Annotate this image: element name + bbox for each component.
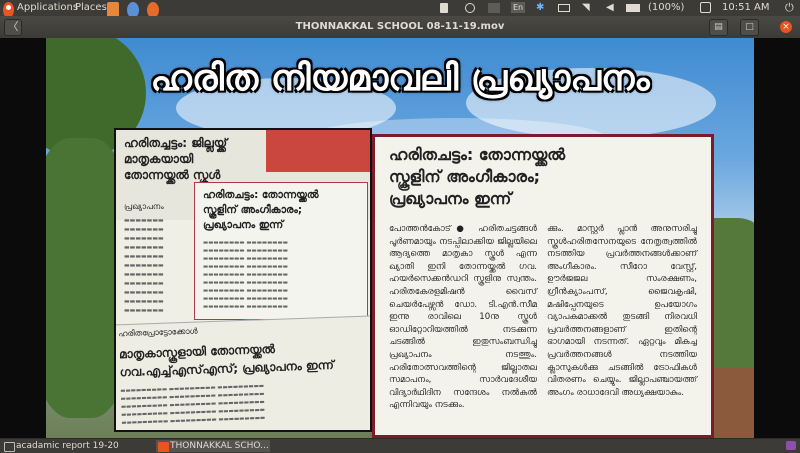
workspace-switcher-icon[interactable]: [786, 441, 796, 450]
clip-left-body-text: ▬▬▬▬▬▬▬ ▬▬▬▬▬▬▬ ▬▬▬▬▬▬▬ ▬▬▬▬▬▬▬ ▬▬▬▬▬▬▬ ▬▬▬▬▬…: [124, 217, 164, 314]
taskbar-item-video[interactable]: THONNAKKAL SCHO...: [156, 440, 270, 452]
taskbar-item-label: THONNAKKAL SCHO...: [170, 441, 269, 451]
top-panel: Applications Places En ✱ ◥ ◀ (100%) 10:5…: [0, 0, 800, 18]
applications-menu[interactable]: Applications: [17, 0, 78, 16]
places-menu[interactable]: Places: [75, 0, 107, 16]
video-player-icon: [158, 442, 169, 452]
taskbar-item-report[interactable]: acadamic report 19-20: [2, 440, 166, 452]
power-icon[interactable]: ⏻: [785, 0, 794, 16]
video-title-caption: ഹരിത നിയമാവലി പ്രഖ്യാപനം: [150, 58, 650, 99]
video-area[interactable]: ഹരിത നിയമാവലി പ്രഖ്യാപനം ഹരിതച്ചട്ടം: ജി…: [0, 38, 800, 438]
inset-headline-2: സ്കൂളിന് അംഗീകാരം;: [203, 204, 303, 216]
clip-right-column-2: ക്കും. മാസ്റ്റർ പ്ലാൻ അനുസരിച്ചു സ്കൂൾഹര…: [547, 224, 697, 398]
newspaper-clipping-right: ഹരിതചട്ടം: തോന്നയ്ക്കൽ സ്കൂളിന് അംഗീകാരം…: [372, 134, 714, 438]
updates-icon[interactable]: [465, 3, 475, 13]
close-button[interactable]: ×: [780, 21, 792, 33]
battery-percent: (100%): [648, 2, 685, 13]
clipboard-icon[interactable]: [440, 3, 448, 13]
clip-left-section-tag: ഹരിതപ്രോട്ടോക്കോൾ: [118, 326, 198, 339]
window-icon: [4, 442, 15, 452]
volume-icon[interactable]: ◀: [606, 0, 614, 16]
newspaper-clipping-left: ഹരിതച്ചട്ടം: ജില്ലയ്ക്ക് മാതൃകയായി തോന്ന…: [114, 128, 372, 432]
video-frame: ഹരിത നിയമാവലി പ്രഖ്യാപനം ഹരിതച്ചട്ടം: ജി…: [46, 38, 754, 438]
taskbar-item-label: acadamic report 19-20: [16, 441, 119, 451]
clip-left-headline-1: ഹരിതച്ചട്ടം: ജില്ലയ്ക്ക്: [124, 136, 228, 150]
clip-left-subhead: പ്രഖ്യാപനം: [124, 202, 164, 211]
playlist-icon[interactable]: ▤: [709, 19, 728, 36]
inset-headline-3: പ്രഖ്യാപനം ഇന്ന്: [203, 219, 284, 231]
bottom-taskbar: acadamic report 19-20 THONNAKKAL SCHO...: [0, 438, 800, 453]
clip-left-bottom-headline-1: മാതൃകാസ്കൂളായി തോന്നയ്ക്കൽ: [118, 341, 276, 362]
fullscreen-icon[interactable]: □: [740, 19, 759, 36]
clip-left-bottom-headline-2: ഗവ.എച്ച്എസ്എസ്; പ്രഖ്യാപനം ഇന്ന്: [119, 357, 335, 380]
keyboard-icon[interactable]: [488, 3, 500, 13]
window-title-bar: 〈 THONNAKKAL SCHOOL 08-11-19.mov ▤ □ ×: [0, 16, 800, 39]
calendar-icon[interactable]: [700, 2, 711, 13]
clip-right-headline-2: സ്കൂളിന് അംഗീകാരം;: [389, 167, 541, 186]
bluetooth-icon[interactable]: ✱: [536, 0, 544, 16]
language-indicator[interactable]: En: [511, 2, 525, 13]
clip-left-headline-3: തോന്നയ്ക്കൽ സ്കൂൾ: [124, 168, 221, 182]
clip-right-headline-3: പ്രഖ്യാപനം ഇന്ന്: [389, 189, 512, 208]
battery-icon[interactable]: [626, 4, 640, 12]
clock[interactable]: 10:51 AM: [722, 0, 769, 16]
mail-icon[interactable]: [558, 4, 570, 12]
window-title: THONNAKKAL SCHOOL 08-11-19.mov: [295, 21, 505, 32]
wifi-icon[interactable]: ◥: [582, 0, 590, 16]
clip-left-bottom: ഹരിതപ്രോട്ടോക്കോൾ മാതൃകാസ്കൂളായി തോന്നയ്…: [116, 315, 370, 430]
clip-right-column-1: പോത്തൻകോട്● ഹരിതചട്ടങ്ങൾ പൂർണമായും നടപ്പ…: [389, 224, 537, 411]
clip-left-headline-2: മാതൃകയായി: [124, 152, 194, 166]
inset-headline-1: ഹരിതചട്ടം: തോന്നയ്ക്കൽ: [203, 189, 319, 201]
clip-right-headline-1: ഹരിതചട്ടം: തോന്നയ്ക്കൽ: [389, 145, 566, 164]
clip-left-inset: ഹരിതചട്ടം: തോന്നയ്ക്കൽ സ്കൂളിന് അംഗീകാരം…: [194, 182, 368, 320]
